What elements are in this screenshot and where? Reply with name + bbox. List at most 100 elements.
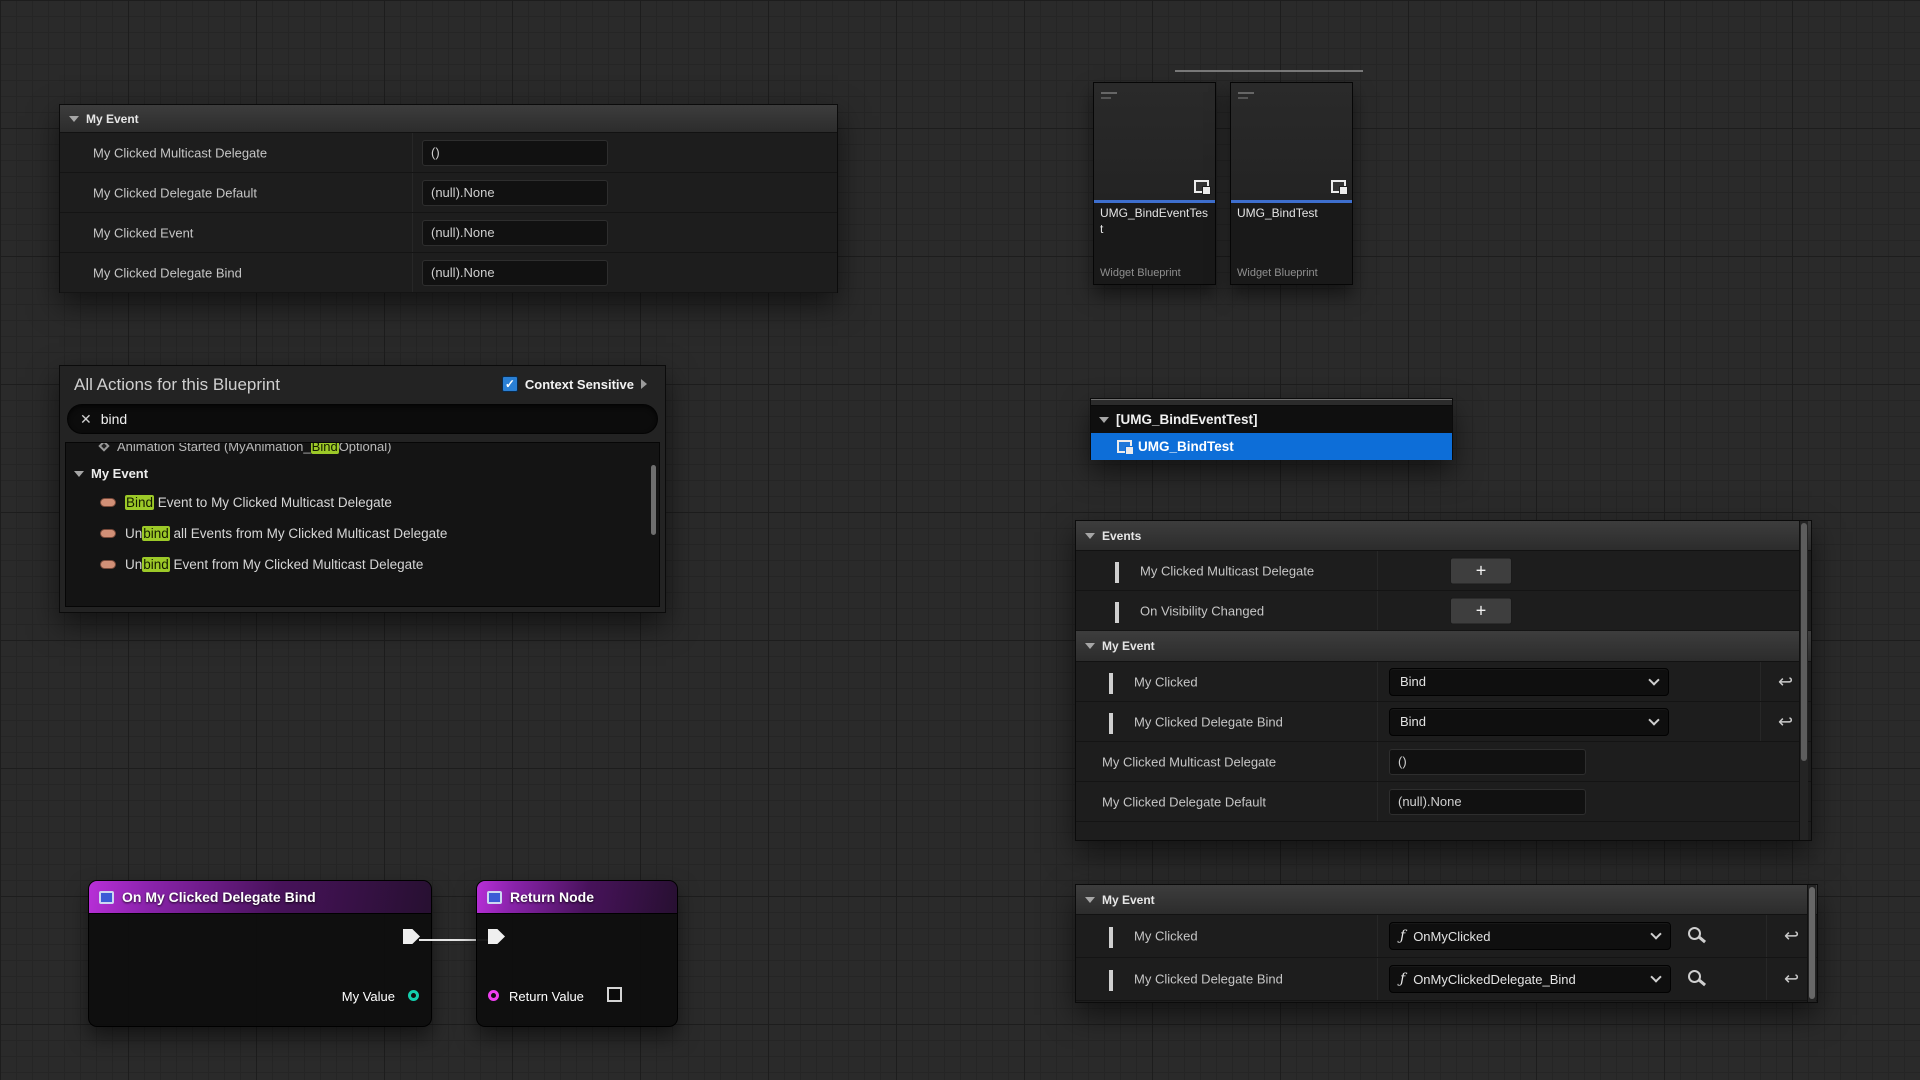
event-diamond-icon [1114, 564, 1128, 578]
property-value-field[interactable]: () [422, 140, 608, 166]
action-item-unbind-event[interactable]: Unbind Event from My Clicked Multicast D… [66, 549, 659, 580]
category-header-events[interactable]: Events [1076, 521, 1811, 551]
return-value-checkbox[interactable] [607, 987, 622, 1002]
collapse-arrow-icon [1085, 643, 1095, 649]
property-value-field[interactable]: () [1389, 749, 1586, 775]
hierarchy-root-row[interactable]: [UMG_BindEventTest] [1091, 406, 1452, 433]
category-label: Events [1102, 529, 1141, 543]
detail-row: My Clicked Delegate Bind (null).None [60, 253, 837, 293]
property-label: My Clicked Event [93, 225, 193, 240]
collapse-arrow-icon [69, 116, 79, 122]
event-diamond-icon [98, 443, 109, 452]
reset-to-default-icon[interactable]: ↩ [1778, 711, 1793, 732]
event-label: My Clicked [1134, 674, 1198, 689]
event-function-row: My Clicked ƒ OnMyClicked ↩ [1076, 915, 1817, 958]
asset-tile-umg-bindeventtest[interactable]: UMG_BindEventTest Widget Blueprint [1093, 82, 1216, 285]
add-event-button[interactable]: + [1450, 557, 1512, 584]
dropdown-value: OnMyClickedDelegate_Bind [1413, 972, 1576, 987]
delegate-capsule-icon [100, 560, 116, 569]
dropdown-value: Bind [1400, 674, 1426, 689]
column-divider [1760, 662, 1761, 701]
browse-to-function-icon[interactable] [1688, 927, 1701, 940]
column-divider[interactable] [412, 173, 413, 212]
details-scrollbar[interactable] [1799, 521, 1808, 840]
category-header-my-event[interactable]: My Event [1076, 885, 1817, 915]
widget-blueprint-icon [1117, 440, 1132, 453]
column-divider[interactable] [412, 213, 413, 252]
context-sensitive-checkbox[interactable]: ✓ [502, 376, 518, 392]
column-divider[interactable] [1377, 702, 1378, 741]
bound-function-dropdown[interactable]: ƒ OnMyClickedDelegate_Bind [1389, 965, 1671, 993]
scrollbar-thumb[interactable] [1809, 887, 1815, 999]
node-header[interactable]: On My Clicked Delegate Bind [89, 881, 431, 914]
property-value-field[interactable]: (null).None [1389, 789, 1586, 815]
search-input[interactable] [101, 411, 645, 427]
node-header[interactable]: Return Node [477, 881, 677, 914]
category-header-my-event[interactable]: My Event [60, 105, 837, 133]
thumbnail-text-line [1238, 97, 1248, 99]
actions-menu-title: All Actions for this Blueprint [74, 375, 280, 395]
browse-to-function-icon[interactable] [1688, 970, 1701, 983]
property-value-field[interactable]: (null).None [422, 260, 608, 286]
widget-blueprint-icon [1194, 180, 1209, 193]
function-icon: ƒ [1400, 971, 1405, 987]
property-label: My Clicked Delegate Bind [93, 265, 242, 280]
column-divider[interactable] [1377, 742, 1378, 781]
detail-row: My Clicked Multicast Delegate () [60, 133, 837, 173]
hierarchy-top-strip [1091, 399, 1452, 406]
bind-dropdown[interactable]: Bind [1389, 708, 1669, 736]
column-divider[interactable] [1377, 915, 1378, 957]
my-value-output-pin[interactable] [408, 990, 419, 1001]
category-header-my-event[interactable]: My Event [1076, 631, 1811, 662]
dropdown-value: Bind [1400, 714, 1426, 729]
actions-scrollbar[interactable] [650, 445, 657, 604]
node-return-node[interactable]: Return Node Return Value [476, 880, 678, 1027]
actions-category-my-event[interactable]: My Event [66, 460, 659, 487]
scrolled-off-item[interactable]: Animation Started (MyAnimation_BindOptio… [66, 443, 659, 460]
column-divider[interactable] [1377, 591, 1378, 630]
category-label: My Event [1102, 893, 1155, 907]
column-divider[interactable] [1377, 662, 1378, 701]
column-divider[interactable] [1377, 958, 1378, 1000]
column-divider[interactable] [412, 133, 413, 172]
event-bind-row: My Clicked Bind ↩ [1076, 662, 1811, 702]
column-divider[interactable] [412, 253, 413, 292]
reset-to-default-icon[interactable]: ↩ [1784, 926, 1799, 947]
column-divider[interactable] [1377, 551, 1378, 590]
clear-search-icon[interactable]: ✕ [80, 412, 92, 426]
action-item-label: Animation Started (MyAnimation_BindOptio… [117, 443, 391, 454]
collapse-arrow-icon [1099, 417, 1109, 423]
blueprint-editor-composite: My Event My Clicked Multicast Delegate (… [0, 0, 1920, 1080]
detail-row: My Clicked Event (null).None [60, 213, 837, 253]
property-label: My Clicked Delegate Default [93, 185, 257, 200]
actions-search-bar[interactable]: ✕ [67, 404, 658, 434]
scrollbar-thumb[interactable] [651, 465, 656, 535]
function-icon: ƒ [1400, 928, 1405, 944]
node-on-my-clicked-delegate-bind[interactable]: On My Clicked Delegate Bind My Value [88, 880, 432, 1027]
event-diamond-icon [1114, 604, 1128, 618]
property-value-field[interactable]: (null).None [422, 180, 608, 206]
asset-type: Widget Blueprint [1094, 261, 1215, 284]
asset-tile-umg-bindtest[interactable]: UMG_BindTest Widget Blueprint [1230, 82, 1353, 285]
scrollbar-thumb[interactable] [1801, 523, 1807, 761]
details-scrollbar[interactable] [1807, 885, 1816, 1002]
hierarchy-item-label: UMG_BindTest [1138, 439, 1234, 454]
exec-input-pin[interactable] [488, 929, 505, 944]
exec-output-pin[interactable] [403, 929, 420, 944]
column-divider[interactable] [1377, 782, 1378, 821]
add-event-button[interactable]: + [1450, 597, 1512, 624]
reset-to-default-icon[interactable]: ↩ [1778, 671, 1793, 692]
submenu-arrow-icon[interactable] [641, 379, 647, 389]
category-label: My Event [86, 112, 139, 126]
reset-to-default-icon[interactable]: ↩ [1784, 969, 1799, 990]
event-diamond-icon [1108, 972, 1122, 986]
property-value-field[interactable]: (null).None [422, 220, 608, 246]
action-item-unbind-all[interactable]: Unbind all Events from My Clicked Multic… [66, 518, 659, 549]
bind-dropdown[interactable]: Bind [1389, 668, 1669, 696]
bound-function-dropdown[interactable]: ƒ OnMyClicked [1389, 922, 1671, 950]
search-match-highlight: bind [142, 557, 170, 572]
return-value-input-pin[interactable] [488, 990, 499, 1001]
hierarchy-item-umg-bindtest[interactable]: UMG_BindTest [1091, 433, 1452, 460]
widget-hierarchy-panel: [UMG_BindEventTest] UMG_BindTest [1090, 398, 1453, 460]
action-item-bind-event[interactable]: Bind Event to My Clicked Multicast Deleg… [66, 487, 659, 518]
